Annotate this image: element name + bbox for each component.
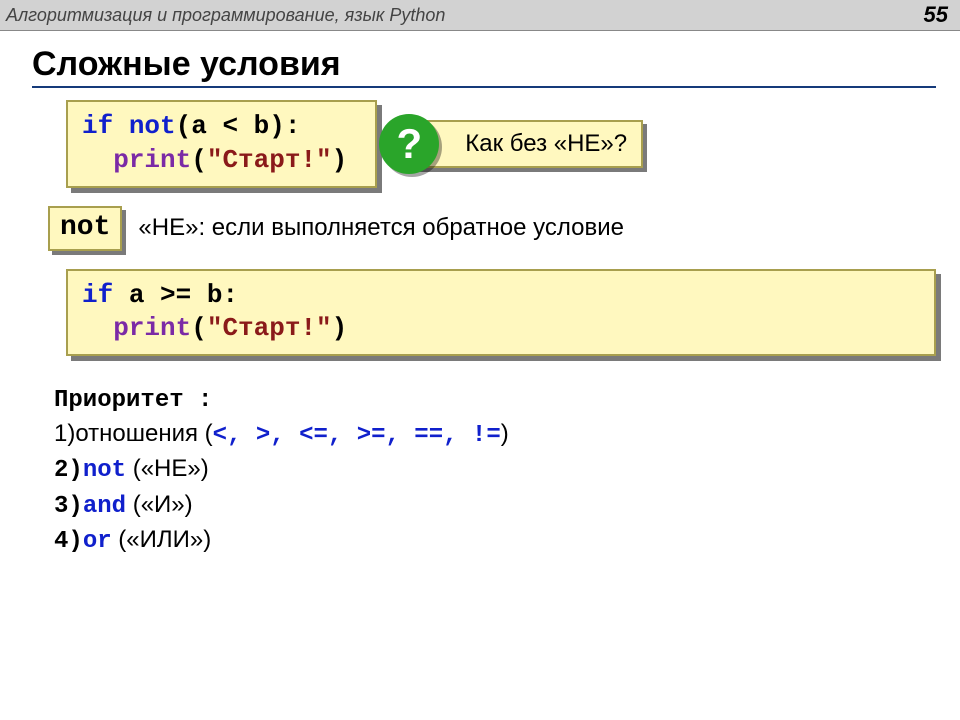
question-mark-icon: ? [379,114,439,174]
priority-block: Приоритет : 1)отношения (<, >, <=, >=, =… [54,384,936,558]
slide-header: Алгоритмизация и программирование, язык … [0,0,960,31]
string-literal: "Старт!" [207,313,332,343]
priority-item-4: 4)or («ИЛИ») [54,523,936,558]
operator-tag-not: not [48,206,122,251]
priority-item-1: 1)отношения (<, >, <=, >=, ==, !=) [54,417,936,452]
page-number: 55 [924,2,948,28]
row-code-and-question: if not(a < b): print("Старт!") ? Как без… [66,100,936,188]
page-title: Сложные условия [32,45,936,88]
relational-ops: <, >, <=, >=, ==, != [213,422,501,449]
kw-not: not [129,111,176,141]
row-code-equivalent: if a >= b: print("Старт!") [66,269,936,357]
code-block-not: if not(a < b): print("Старт!") [66,100,377,188]
kw-if: if [82,111,113,141]
definition-row: not «НЕ»: если выполняется обратное усло… [48,206,936,251]
question-callout: ? Как без «НЕ»? [405,120,643,168]
priority-title: Приоритет : [54,384,936,417]
priority-item-3: 3)and («И») [54,488,936,523]
expr: a >= b [113,280,222,310]
string-literal: "Старт!" [207,145,332,175]
slide-body: Сложные условия if not(a < b): print("Ст… [0,31,960,558]
course-title: Алгоритмизация и программирование, язык … [6,5,445,26]
kw-if: if [82,280,113,310]
question-text: Как без «НЕ»? [465,130,627,157]
code-block-gte: if a >= b: print("Старт!") [66,269,936,357]
kw-and: and [83,493,126,520]
fn-print: print [113,145,191,175]
kw-not: not [83,457,126,484]
definition-text: «НЕ»: если выполняется обратное условие [138,214,624,242]
fn-print: print [113,313,191,343]
priority-item-2: 2)not («НЕ») [54,452,936,487]
kw-or: or [83,528,112,555]
expr: (a < b) [176,111,285,141]
